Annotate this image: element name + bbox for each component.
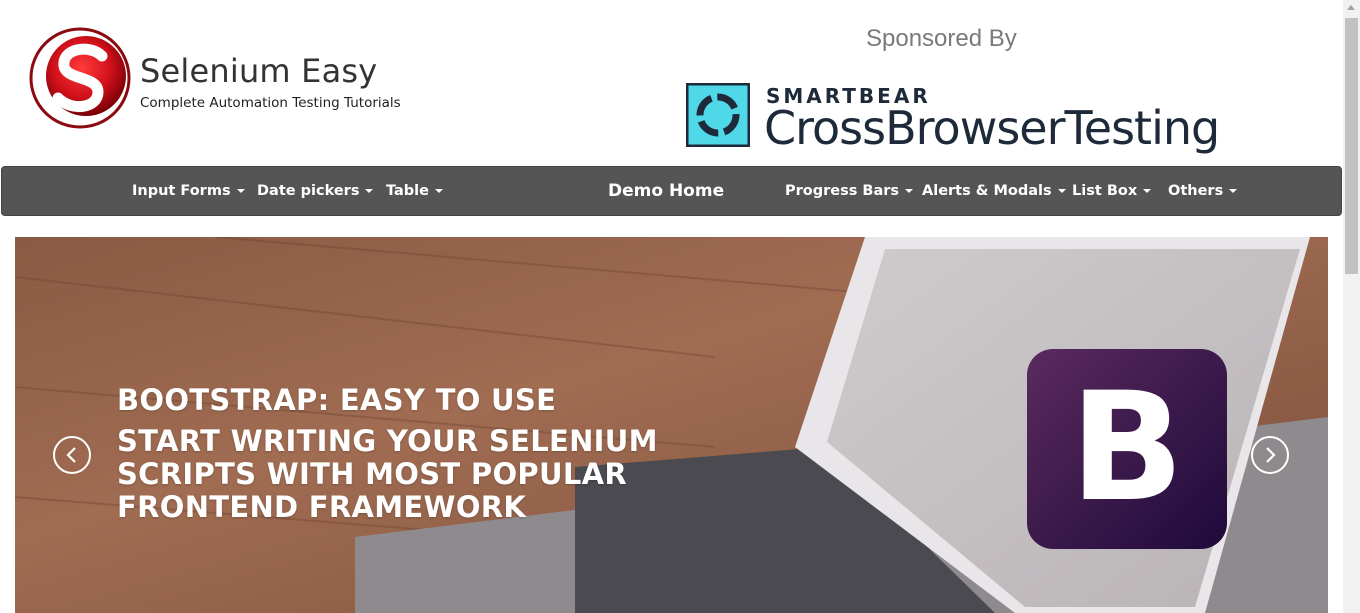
caret-down-icon <box>236 189 245 193</box>
smartbear-logo-icon[interactable] <box>686 83 750 147</box>
nav-label: Alerts & Modals <box>922 183 1052 199</box>
brand-subtitle: Complete Automation Testing Tutorials <box>140 95 401 111</box>
bootstrap-logo-icon: B <box>1027 349 1227 549</box>
carousel-prev-button[interactable] <box>53 436 91 474</box>
nav-table[interactable]: Table <box>386 167 443 215</box>
sponsored-label: Sponsored By <box>866 25 1017 52</box>
hero-carousel: BOOTSTRAP: EASY TO USE START WRITING YOU… <box>15 237 1328 613</box>
nav-label: Date pickers <box>257 183 360 199</box>
carousel-next-button[interactable] <box>1251 436 1289 474</box>
slide-text: START WRITING YOUR SELENIUM SCRIPTS WITH… <box>117 424 658 524</box>
nav-label: Table <box>386 183 429 199</box>
caret-down-icon <box>1229 189 1238 193</box>
slide-title: BOOTSTRAP: EASY TO USE <box>117 383 557 417</box>
nav-alerts-modals[interactable]: Alerts & Modals <box>922 167 1066 215</box>
caret-down-icon <box>1143 189 1152 193</box>
nav-date-pickers[interactable]: Date pickers <box>257 167 374 215</box>
nav-label: Progress Bars <box>785 183 900 199</box>
nav-others[interactable]: Others <box>1168 167 1238 215</box>
nav-label: Input Forms <box>132 183 231 199</box>
vertical-scrollbar[interactable] <box>1343 0 1360 613</box>
selenium-easy-logo[interactable] <box>28 26 132 130</box>
scroll-up-arrow-icon[interactable] <box>1347 5 1355 10</box>
sponsor-name-large[interactable]: CrossBrowserTesting <box>764 101 1220 155</box>
bootstrap-letter: B <box>1070 361 1184 535</box>
chevron-right-icon <box>1266 447 1276 463</box>
nav-list-box[interactable]: List Box <box>1072 167 1152 215</box>
page: Selenium Easy Complete Automation Testin… <box>0 0 1360 613</box>
nav-demo-home[interactable]: Demo Home <box>608 167 724 215</box>
site-header: Selenium Easy Complete Automation Testin… <box>0 0 1343 165</box>
chevron-left-icon <box>66 447 76 463</box>
main-navbar: Input Forms Date pickers Table Demo Home… <box>1 166 1342 216</box>
caret-down-icon <box>905 189 914 193</box>
brand-title[interactable]: Selenium Easy <box>140 52 377 90</box>
nav-label: Others <box>1168 183 1224 199</box>
scrollbar-thumb[interactable] <box>1345 18 1358 274</box>
caret-down-icon <box>1057 189 1066 193</box>
nav-input-forms[interactable]: Input Forms <box>132 167 245 215</box>
caret-down-icon <box>365 189 374 193</box>
nav-label: List Box <box>1072 183 1138 199</box>
nav-progress-bars[interactable]: Progress Bars <box>785 167 914 215</box>
caret-down-icon <box>435 189 443 193</box>
